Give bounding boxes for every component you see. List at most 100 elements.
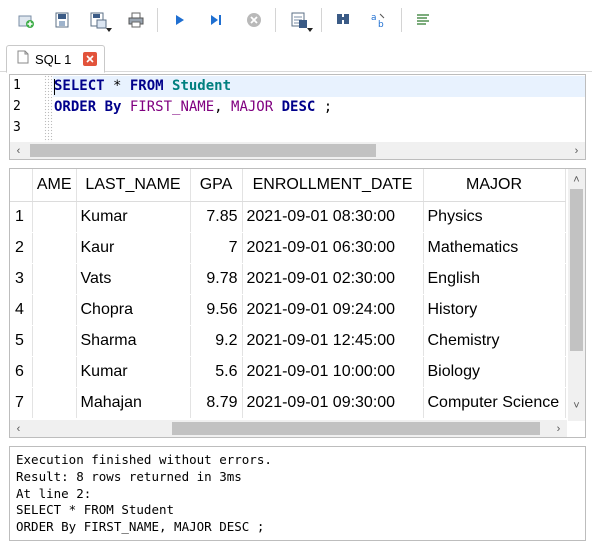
open-tab-icon[interactable] <box>16 10 36 30</box>
fold-margin <box>44 75 53 143</box>
execute-current-icon[interactable] <box>206 10 226 30</box>
scrollbar-thumb[interactable] <box>570 189 583 351</box>
column-header[interactable]: AME <box>32 169 77 202</box>
cell-last-name[interactable]: Kumar <box>76 356 191 388</box>
tab-bar: SQL 1 <box>0 40 592 73</box>
output-line: Result: 8 rows returned in 3ms <box>16 468 242 484</box>
column-major: MAJOR <box>222 99 274 115</box>
cell-first-name[interactable] <box>32 387 77 419</box>
table-row[interactable]: 3 Vats 9.78 2021-09-01 02:30:00 English <box>10 263 566 295</box>
line-number-gutter: 1 2 3 <box>10 75 53 143</box>
scroll-right-icon[interactable]: › <box>568 142 585 159</box>
scrollbar-thumb[interactable] <box>172 422 540 435</box>
cell-gpa[interactable]: 7 <box>190 232 243 264</box>
cell-enrollment-date[interactable]: 2021-09-01 09:30:00 <box>242 387 424 419</box>
row-number[interactable]: 3 <box>10 263 33 295</box>
cell-major[interactable]: Biology <box>423 356 566 388</box>
cell-major[interactable]: Chemistry <box>423 325 566 357</box>
find-replace-icon[interactable]: ab <box>369 10 389 30</box>
comma: , <box>214 99 223 115</box>
close-icon[interactable] <box>83 52 98 66</box>
table-row[interactable]: 1 Kumar 7.85 2021-09-01 08:30:00 Physics <box>10 201 566 233</box>
row-number[interactable]: 4 <box>10 294 33 326</box>
cell-gpa[interactable]: 8.79 <box>190 387 243 419</box>
cell-first-name[interactable] <box>32 263 77 295</box>
table-row[interactable]: 6 Kumar 5.6 2021-09-01 10:00:00 Biology <box>10 356 566 388</box>
column-header[interactable]: LAST_NAME <box>76 169 191 202</box>
scroll-down-icon[interactable]: ˅ <box>568 397 585 414</box>
text-caret <box>54 79 55 95</box>
row-number[interactable]: 2 <box>10 232 33 264</box>
cell-last-name[interactable]: Kaur <box>76 232 191 264</box>
row-number[interactable]: 7 <box>10 387 33 419</box>
tab-sql-1[interactable]: SQL 1 <box>6 45 105 73</box>
output-line: At line 2: <box>16 485 92 501</box>
table-row[interactable]: 2 Kaur 7 2021-09-01 06:30:00 Mathematics <box>10 232 566 264</box>
cell-first-name[interactable] <box>32 325 77 357</box>
scrollbar-thumb[interactable] <box>30 144 376 157</box>
cell-first-name[interactable] <box>32 294 77 326</box>
cell-last-name[interactable]: Kumar <box>76 201 191 233</box>
table-row[interactable]: 7 Mahajan 8.79 2021-09-01 09:30:00 Computer … <box>10 387 566 419</box>
output-panel[interactable]: Execution finished without errors. Resul… <box>9 446 586 541</box>
keyword-desc: DESC <box>273 99 316 115</box>
table-row[interactable]: 4 Chopra 9.56 2021-09-01 09:24:00 History <box>10 294 566 326</box>
cell-gpa[interactable]: 7.85 <box>190 201 243 233</box>
stop-icon[interactable] <box>244 10 264 30</box>
grid-vertical-scrollbar[interactable]: ˄ ˅ <box>568 169 585 421</box>
cell-major[interactable]: English <box>423 263 566 295</box>
open-sql-icon[interactable] <box>52 10 72 30</box>
scroll-left-icon[interactable]: ‹ <box>10 142 27 159</box>
cell-gpa[interactable]: 5.6 <box>190 356 243 388</box>
cell-major[interactable]: Computer Science <box>423 387 566 419</box>
cell-enrollment-date[interactable]: 2021-09-01 02:30:00 <box>242 263 424 295</box>
save-results-icon[interactable] <box>289 10 313 32</box>
editor-horizontal-scrollbar[interactable]: ‹ › <box>10 142 585 159</box>
cell-gpa[interactable]: 9.56 <box>190 294 243 326</box>
results-grid[interactable]: AME LAST_NAME GPA ENROLLMENT_DATE MAJOR … <box>9 168 586 438</box>
row-number[interactable]: 6 <box>10 356 33 388</box>
sql-editor[interactable]: 1 2 3 SELECT * FROM Student ORDER By FIR… <box>9 74 586 160</box>
comment-icon[interactable] <box>413 10 433 30</box>
find-icon[interactable] <box>333 10 353 30</box>
cell-major[interactable]: Mathematics <box>423 232 566 264</box>
cell-gpa[interactable]: 9.78 <box>190 263 243 295</box>
row-number[interactable]: 5 <box>10 325 33 357</box>
cell-enrollment-date[interactable]: 2021-09-01 08:30:00 <box>242 201 424 233</box>
code-line-2[interactable]: ORDER By FIRST_NAME, MAJOR DESC ; <box>54 99 332 115</box>
scroll-left-icon[interactable]: ‹ <box>10 420 27 437</box>
column-header[interactable]: ENROLLMENT_DATE <box>242 169 424 202</box>
cell-enrollment-date[interactable]: 2021-09-01 10:00:00 <box>242 356 424 388</box>
cell-first-name[interactable] <box>32 201 77 233</box>
row-number[interactable]: 1 <box>10 201 33 233</box>
cell-enrollment-date[interactable]: 2021-09-01 09:24:00 <box>242 294 424 326</box>
cell-last-name[interactable]: Mahajan <box>76 387 191 419</box>
cell-gpa[interactable]: 9.2 <box>190 325 243 357</box>
grid-horizontal-scrollbar[interactable]: ‹ › <box>10 420 567 437</box>
execute-all-icon[interactable] <box>170 10 190 30</box>
print-icon[interactable] <box>126 10 146 30</box>
scroll-up-icon[interactable]: ˄ <box>568 171 585 188</box>
cell-last-name[interactable]: Chopra <box>76 294 191 326</box>
cell-enrollment-date[interactable]: 2021-09-01 12:45:00 <box>242 325 424 357</box>
toolbar: ab <box>0 0 592 40</box>
cell-last-name[interactable]: Vats <box>76 263 191 295</box>
cell-major[interactable]: History <box>423 294 566 326</box>
star-operator: * <box>104 78 130 94</box>
table-row[interactable]: 5 Sharma 9.2 2021-09-01 12:45:00 Chemistry <box>10 325 566 357</box>
cell-enrollment-date[interactable]: 2021-09-01 06:30:00 <box>242 232 424 264</box>
cell-major[interactable]: Physics <box>423 201 566 233</box>
line-number: 2 <box>13 99 21 114</box>
scroll-right-icon[interactable]: › <box>550 420 567 437</box>
column-header[interactable]: GPA <box>190 169 243 202</box>
column-header[interactable]: MAJOR <box>423 169 566 202</box>
cell-first-name[interactable] <box>32 232 77 264</box>
keyword-order-by: ORDER By <box>54 99 122 115</box>
row-number-header[interactable] <box>10 169 33 202</box>
line-number: 3 <box>13 120 21 135</box>
line-number: 1 <box>13 78 21 93</box>
svg-text:a: a <box>371 13 377 23</box>
save-sql-icon[interactable] <box>88 10 112 32</box>
cell-last-name[interactable]: Sharma <box>76 325 191 357</box>
cell-first-name[interactable] <box>32 356 77 388</box>
